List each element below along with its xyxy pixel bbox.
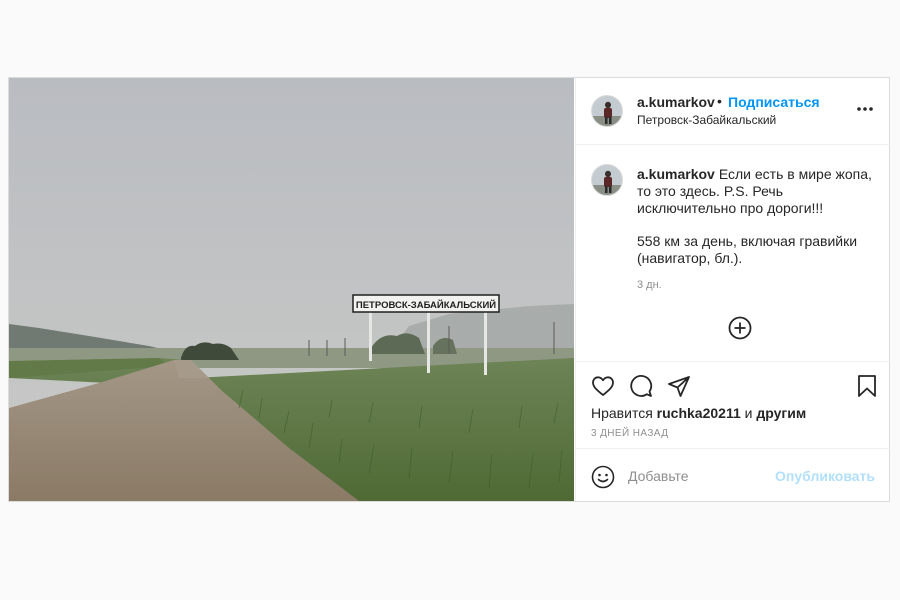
likes-user-link[interactable]: ruchka20211 [657, 405, 741, 421]
comment-box: Опубликовать [576, 448, 890, 502]
bookmark-icon[interactable] [855, 374, 879, 398]
emoji-icon[interactable] [591, 465, 615, 489]
road-sign-text: ПЕТРОВСК-ЗАБАЙКАЛЬСКИЙ [356, 299, 496, 311]
caption-section: a.kumarkov Если есть в мире жопа, то это … [576, 144, 890, 362]
caption-avatar[interactable] [591, 164, 623, 196]
post-header: a.kumarkov • Подписаться Петровск-Забайк… [576, 78, 890, 145]
post-actions [576, 362, 890, 402]
post-date[interactable]: 3 дней назад [591, 428, 668, 439]
instagram-post: ПЕТРОВСК-ЗАБАЙКАЛЬСКИЙ a.kumarkov • Подп… [8, 77, 890, 502]
share-icon[interactable] [667, 374, 691, 398]
comment-icon[interactable] [629, 374, 653, 398]
location-link[interactable]: Петровск-Забайкальский [637, 113, 776, 127]
road-photo-image: ПЕТРОВСК-ЗАБАЙКАЛЬСКИЙ [9, 78, 574, 501]
publish-button[interactable]: Опубликовать [775, 468, 875, 484]
post-photo[interactable]: ПЕТРОВСК-ЗАБАЙКАЛЬСКИЙ [9, 78, 574, 501]
likes-summary: Нравится ruchka20211 и другим [591, 405, 806, 421]
caption-line-2: 558 км за день, включая гравийки (навига… [637, 233, 858, 266]
username-link[interactable]: a.kumarkov [637, 94, 715, 110]
caption-time: 3 дн. [637, 279, 662, 291]
avatar[interactable] [591, 95, 623, 127]
post-side-panel: a.kumarkov • Подписаться Петровск-Забайк… [575, 78, 890, 501]
more-horizontal-icon[interactable] [856, 106, 874, 112]
caption-text: a.kumarkov Если есть в мире жопа, то это … [637, 166, 877, 217]
heart-icon[interactable] [591, 374, 615, 398]
likes-and: и [744, 405, 753, 421]
plus-circle-icon[interactable] [728, 316, 752, 340]
caption-username[interactable]: a.kumarkov [637, 166, 715, 182]
likes-others-link[interactable]: другим [756, 405, 806, 421]
follow-button[interactable]: Подписаться [728, 94, 820, 110]
separator-dot: • [717, 93, 722, 109]
likes-prefix: Нравится [591, 405, 653, 421]
